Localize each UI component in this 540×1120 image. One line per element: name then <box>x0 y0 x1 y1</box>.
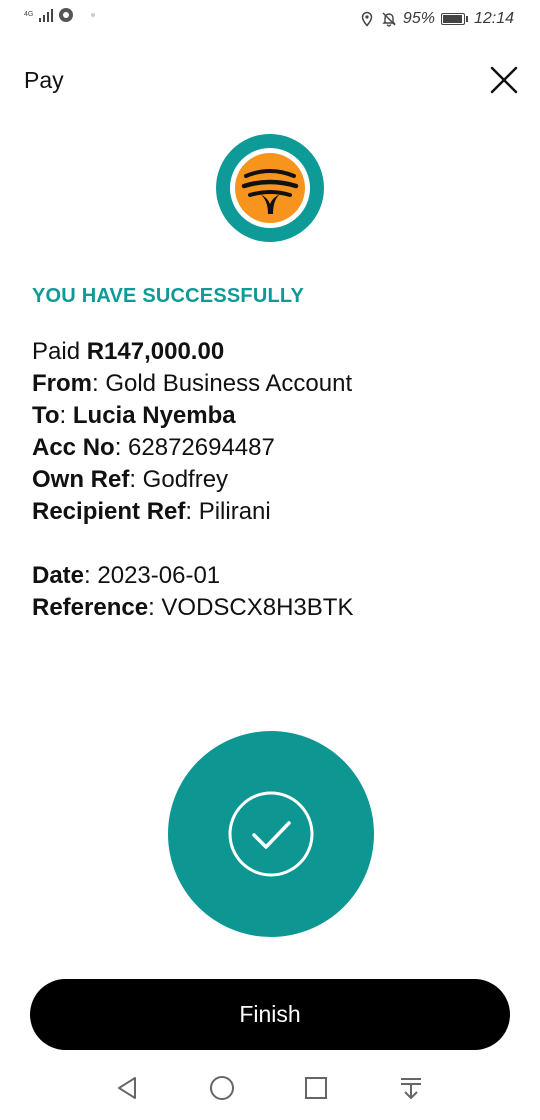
close-button[interactable] <box>488 64 520 96</box>
recipient-ref-value: : Pilirani <box>185 498 271 525</box>
status-left: 4G <box>24 8 96 22</box>
acc-label: Acc No <box>32 434 115 461</box>
to-separator: : <box>59 402 73 429</box>
notification-dot-icon <box>91 13 96 17</box>
nav-notifications-button[interactable] <box>397 1074 425 1102</box>
nav-back-button[interactable] <box>113 1074 141 1102</box>
status-right: 95% 12:14 <box>359 10 514 28</box>
back-triangle-icon <box>118 1077 136 1099</box>
paid-row: Paid R147,000.00 <box>32 336 353 368</box>
recipient-ref-row: Recipient Ref: Pilirani <box>32 496 353 528</box>
check-circle-icon <box>228 791 314 877</box>
success-heading: YOU HAVE SUCCESSFULLY <box>32 285 305 307</box>
from-row: From: Gold Business Account <box>32 368 353 400</box>
notification-pull-icon <box>401 1078 421 1100</box>
close-icon <box>490 66 518 94</box>
date-row: Date: 2023-06-01 <box>32 560 353 592</box>
chrome-icon <box>59 8 74 22</box>
battery-icon <box>440 13 468 25</box>
finish-button[interactable]: Finish <box>30 979 510 1050</box>
mute-bell-icon <box>382 12 396 27</box>
reference-row: Reference: VODSCX8H3BTK <box>32 592 353 624</box>
date-value: : 2023-06-01 <box>84 562 221 589</box>
acc-value: : 62872694487 <box>114 434 275 461</box>
own-ref-row: Own Ref: Godfrey <box>32 464 353 496</box>
to-value: Lucia Nyemba <box>72 402 236 429</box>
from-label: From <box>32 370 92 397</box>
success-check <box>168 731 374 937</box>
acc-row: Acc No: 62872694487 <box>32 432 353 464</box>
network-type: 4G <box>24 11 34 18</box>
nav-recents-button[interactable] <box>302 1074 330 1102</box>
recents-square-icon <box>305 1077 327 1099</box>
reference-value: : VODSCX8H3BTK <box>148 594 354 621</box>
fnb-tree-logo-icon <box>216 134 324 242</box>
to-row: To: Lucia Nyemba <box>32 400 353 432</box>
clock: 12:14 <box>473 10 514 27</box>
own-ref-value: : Godfrey <box>129 466 229 493</box>
payment-details: Paid R147,000.00 From: Gold Business Acc… <box>32 336 353 624</box>
page-title: Pay <box>24 67 64 93</box>
own-ref-label: Own Ref <box>32 466 130 493</box>
date-label: Date <box>32 562 85 589</box>
to-label: To <box>32 402 60 429</box>
nav-home-button[interactable] <box>208 1074 236 1102</box>
paid-amount: R147,000.00 <box>86 338 225 365</box>
signal-icon <box>39 8 54 22</box>
bank-logo <box>216 134 324 242</box>
location-icon <box>361 11 373 27</box>
system-nav-bar <box>0 1064 540 1114</box>
home-circle-icon <box>210 1076 234 1100</box>
battery-percent: 95% <box>402 10 435 27</box>
from-value: : Gold Business Account <box>92 370 353 397</box>
paid-label: Paid <box>32 338 81 365</box>
status-bar: 4G 95% 12:14 <box>0 0 540 40</box>
recipient-ref-label: Recipient Ref <box>32 498 186 525</box>
reference-label: Reference <box>32 594 149 621</box>
